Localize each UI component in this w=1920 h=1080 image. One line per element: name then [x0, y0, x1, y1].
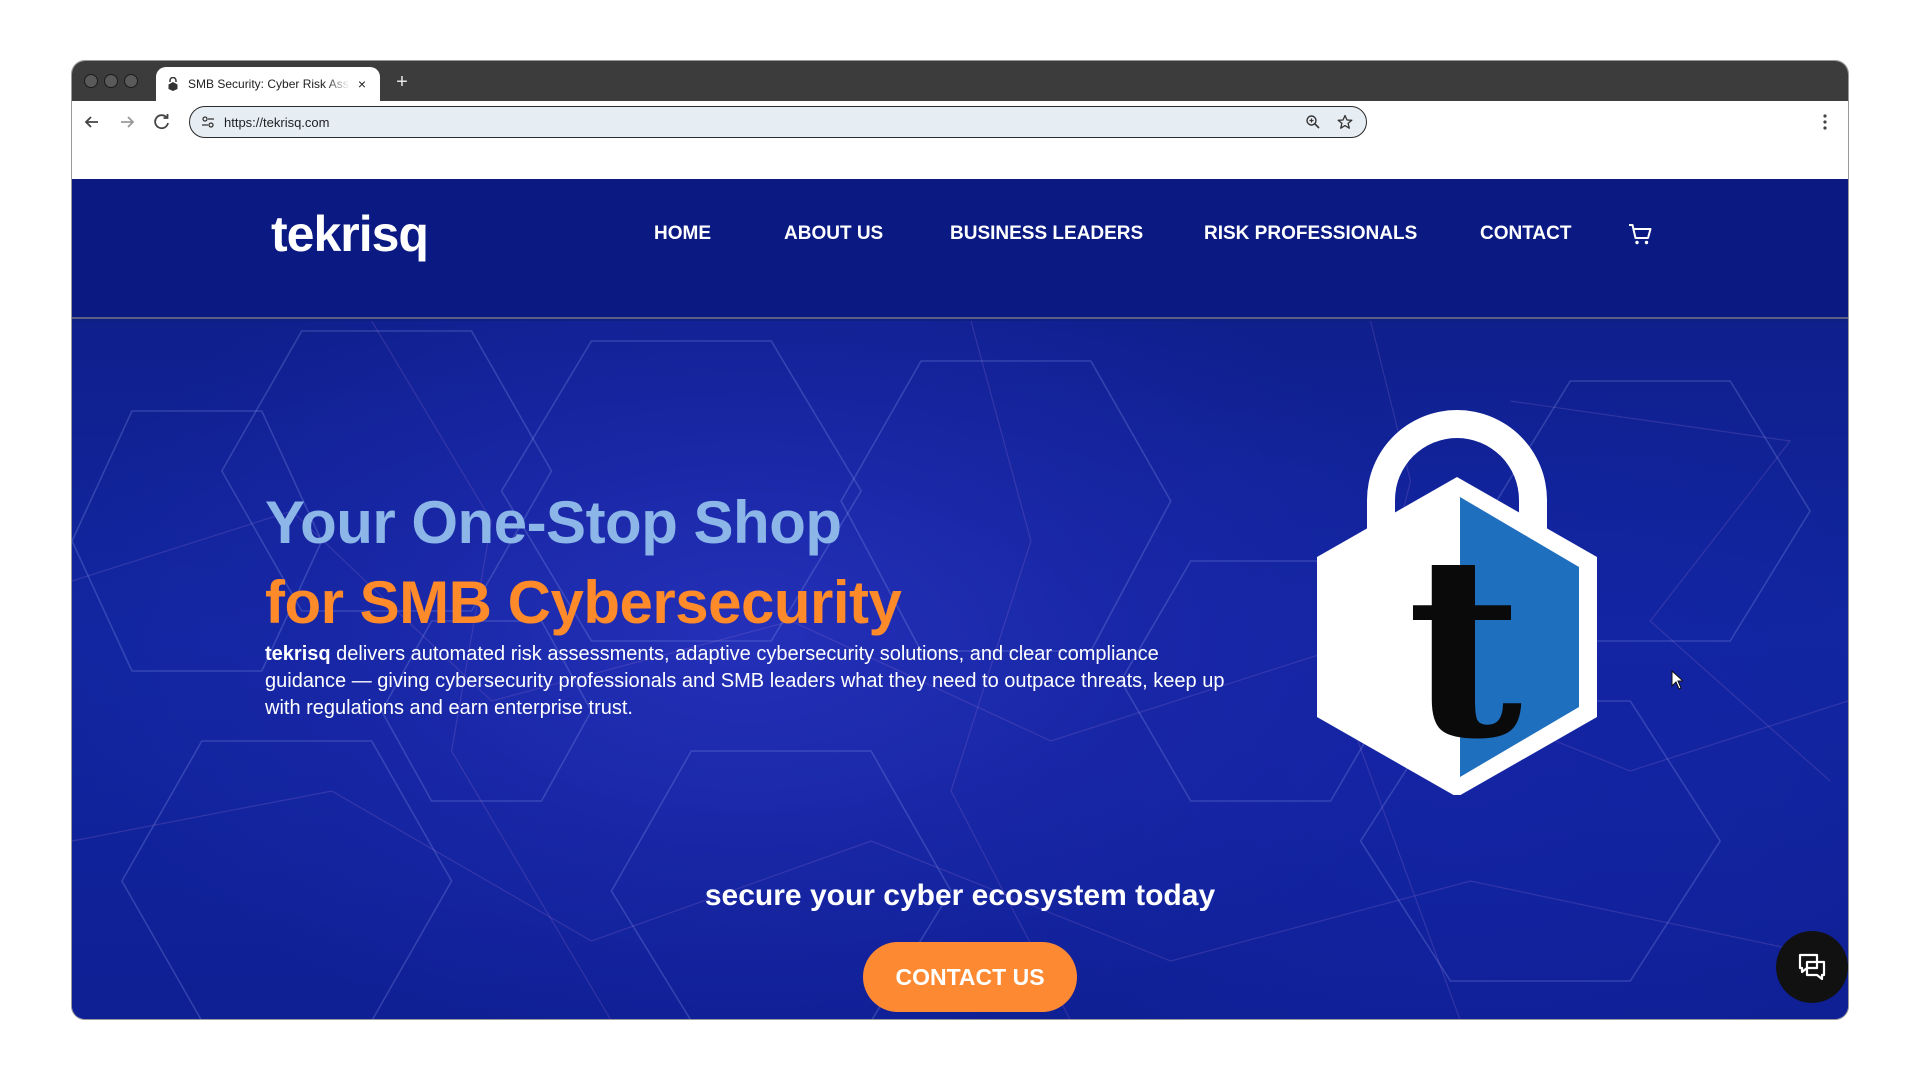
tab-strip: SMB Security: Cyber Risk Assessment × + — [72, 61, 1848, 101]
lock-letter: t — [1407, 500, 1522, 794]
new-tab-button[interactable]: + — [390, 70, 414, 94]
menu-dots-icon[interactable] — [1816, 112, 1834, 132]
mouse-pointer-icon — [1671, 670, 1683, 690]
hero-tagline: secure your cyber ecosystem today — [704, 879, 1216, 912]
tab-active[interactable]: SMB Security: Cyber Risk Assessment × — [156, 67, 380, 101]
intro-text: delivers automated risk assessments, ada… — [265, 643, 1225, 719]
chat-bubbles-icon — [1798, 953, 1826, 981]
contact-us-button[interactable]: CONTACT US — [863, 942, 1077, 1012]
nav-business-leaders[interactable]: BUSINESS LEADERS — [950, 223, 1143, 245]
bookmark-star-icon[interactable] — [1334, 111, 1356, 133]
shopping-cart-icon[interactable] — [1627, 221, 1653, 247]
chat-widget-button[interactable] — [1776, 931, 1848, 1003]
close-window-button[interactable] — [84, 74, 98, 88]
nav-contact[interactable]: CONTACT — [1480, 223, 1571, 245]
headline-line-1: Your One-Stop Shop — [265, 489, 842, 556]
minimize-window-button[interactable] — [104, 74, 118, 88]
maximize-window-button[interactable] — [124, 74, 138, 88]
hero-intro-paragraph: tekrisq delivers automated risk assessme… — [265, 641, 1225, 722]
url-text[interactable]: https://tekrisq.com — [224, 115, 1302, 130]
zoom-icon[interactable] — [1302, 111, 1324, 133]
hero-section: Your One-Stop Shop for SMB Cybersecurity… — [72, 321, 1848, 1019]
page-viewport: tekrisq HOME ABOUT US BUSINESS LEADERS R… — [72, 179, 1848, 1019]
address-bar[interactable]: https://tekrisq.com — [189, 106, 1367, 138]
nav-home[interactable]: HOME — [654, 223, 711, 245]
tab-close-icon[interactable]: × — [354, 76, 370, 92]
headline-line-2: for SMB Cybersecurity — [265, 569, 902, 636]
site-settings-icon[interactable] — [200, 114, 216, 130]
site-header: tekrisq HOME ABOUT US BUSINESS LEADERS R… — [72, 179, 1848, 319]
forward-arrow-icon[interactable] — [115, 110, 139, 134]
nav-about-us[interactable]: ABOUT US — [784, 223, 883, 245]
tab-title: SMB Security: Cyber Risk Assessment — [188, 77, 350, 91]
reload-icon[interactable] — [150, 110, 174, 134]
hero-headline: Your One-Stop Shop for SMB Cybersecurity — [265, 483, 902, 643]
site-favicon-icon — [168, 77, 178, 91]
browser-window: SMB Security: Cyber Risk Assessment × + … — [71, 60, 1849, 1020]
browser-toolbar: https://tekrisq.com — [72, 101, 1848, 143]
tekrisq-logo[interactable]: tekrisq — [271, 205, 429, 263]
back-arrow-icon[interactable] — [80, 110, 104, 134]
lock-shield-logo-icon: t — [1317, 410, 1597, 795]
nav-risk-professionals[interactable]: RISK PROFESSIONALS — [1204, 223, 1417, 245]
intro-brand-name: tekrisq — [265, 643, 331, 665]
